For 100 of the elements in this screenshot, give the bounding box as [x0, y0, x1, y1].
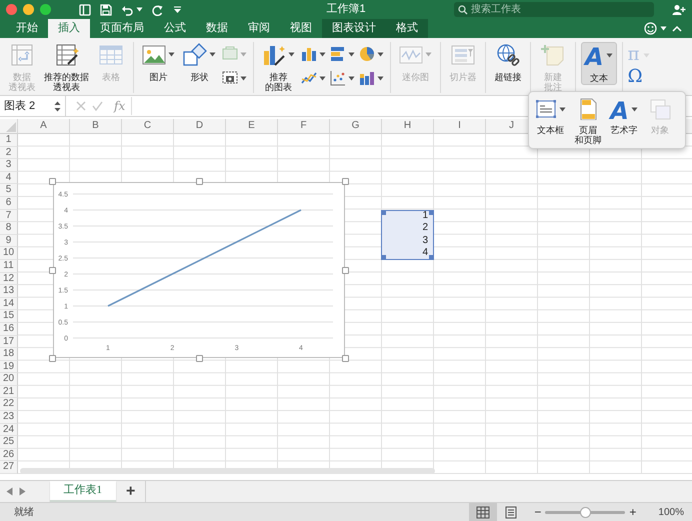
column-header[interactable]: E: [226, 119, 278, 134]
row-header[interactable]: 19: [0, 360, 18, 374]
row-header[interactable]: 4: [0, 172, 18, 184]
selection-handle[interactable]: [381, 254, 386, 260]
caret-icon: [136, 7, 143, 12]
row-header[interactable]: 22: [0, 398, 18, 412]
column-header[interactable]: F: [278, 119, 330, 134]
zoom-out-button[interactable]: −: [530, 506, 546, 518]
screenshot-icon: [222, 70, 238, 86]
selection-handle[interactable]: [381, 210, 386, 215]
ribbon-button[interactable]: 形状: [180, 42, 219, 83]
slider-thumb[interactable]: [580, 506, 592, 518]
selection-handle[interactable]: [429, 254, 434, 260]
row-header[interactable]: 10: [0, 247, 18, 260]
row-header[interactable]: 3: [0, 159, 18, 172]
row-header[interactable]: 11: [0, 260, 18, 273]
object-icon: [649, 98, 671, 120]
text-button[interactable]: A 文本: [581, 42, 617, 85]
caret-icon: [606, 53, 613, 58]
insert-menu-button[interactable]: [329, 69, 356, 87]
insert-menu-button[interactable]: [329, 45, 356, 63]
row-header[interactable]: 24: [0, 424, 18, 436]
ribbon-button[interactable]: 推荐的数据 透视表: [41, 42, 92, 93]
close-button[interactable]: [6, 4, 17, 15]
column-header[interactable]: I: [434, 119, 486, 134]
slicer-icon: [451, 43, 475, 67]
row-header[interactable]: 13: [0, 285, 18, 298]
row-header[interactable]: 17: [0, 336, 18, 348]
ribbon-tab[interactable]: 数据: [196, 19, 238, 38]
menu-item[interactable]: 页眉 和页脚: [572, 98, 604, 145]
resize-handle[interactable]: [342, 178, 349, 185]
ribbon-tab[interactable]: 页面布局: [90, 19, 154, 38]
status-text: 就绪: [14, 506, 34, 520]
ribbon-button[interactable]: 推荐 的图表: [259, 42, 298, 93]
insert-menu-button[interactable]: [358, 45, 385, 63]
caret-icon: [319, 76, 326, 80]
resize-handle[interactable]: [49, 355, 56, 362]
caret-icon: [425, 52, 432, 57]
row-header[interactable]: 15: [0, 310, 18, 323]
ribbon-tab[interactable]: 图表设计: [322, 19, 386, 38]
zoom-button[interactable]: [40, 4, 51, 15]
minimize-button[interactable]: [23, 4, 34, 15]
bar-chart-icon: [330, 46, 346, 62]
sidebar-icon: [79, 4, 91, 16]
resize-handle[interactable]: [49, 266, 56, 274]
ribbon-button[interactable]: 超链接: [491, 42, 525, 83]
column-header[interactable]: H: [382, 119, 434, 134]
ribbon-tab[interactable]: 格式: [386, 19, 428, 38]
row-header[interactable]: 7: [0, 210, 18, 222]
row-header[interactable]: 6: [0, 196, 18, 210]
ribbon-tab[interactable]: 审阅: [238, 19, 280, 38]
shapes-icon: [183, 43, 207, 67]
row-header[interactable]: 16: [0, 322, 18, 336]
resize-handle[interactable]: [342, 266, 349, 274]
column-header[interactable]: A: [18, 119, 70, 134]
row-header[interactable]: 26: [0, 448, 18, 462]
insert-function-button[interactable]: fx: [114, 97, 132, 115]
resize-handle[interactable]: [196, 355, 202, 362]
ribbon-button[interactable]: 图片: [139, 42, 178, 83]
caret-icon: [240, 76, 247, 80]
insert-menu-button[interactable]: [300, 45, 327, 63]
column-header[interactable]: C: [122, 119, 174, 134]
zoom-in-button[interactable]: +: [625, 506, 640, 518]
ribbon-tab[interactable]: 开始: [6, 19, 48, 38]
name-box[interactable]: 图表 2: [0, 96, 66, 116]
ribbon-tab[interactable]: 公式: [154, 19, 196, 38]
row-header[interactable]: 5: [0, 184, 18, 197]
insert-menu-button[interactable]: [358, 69, 385, 87]
row-header[interactable]: 18: [0, 348, 18, 361]
row-header[interactable]: 14: [0, 298, 18, 310]
row-header[interactable]: 25: [0, 436, 18, 449]
row-header[interactable]: 8: [0, 222, 18, 235]
stacked-chart-icon: [359, 70, 375, 86]
row-header[interactable]: 20: [0, 373, 18, 386]
row-header[interactable]: 21: [0, 386, 18, 398]
column-header[interactable]: G: [330, 119, 382, 134]
symbol-button[interactable]: Ω: [628, 67, 650, 87]
menu-item[interactable]: A 艺术字: [608, 98, 640, 135]
sheet-tab[interactable]: 工作表1: [50, 481, 116, 502]
resize-handle[interactable]: [196, 178, 202, 185]
ribbon-tab[interactable]: 插入: [48, 19, 90, 38]
view-button[interactable]: [468, 502, 497, 521]
resize-handle[interactable]: [342, 355, 349, 362]
row-header[interactable]: 12: [0, 272, 18, 286]
selection-handle[interactable]: [429, 210, 434, 215]
letter-a-glyph: A: [610, 98, 629, 124]
add-person-icon: [672, 4, 686, 16]
row-header[interactable]: 27: [0, 461, 18, 474]
row-header[interactable]: 23: [0, 411, 18, 424]
horizontal-scrollbar[interactable]: [20, 468, 435, 474]
resize-handle[interactable]: [49, 178, 56, 185]
ribbon-tab[interactable]: 视图: [280, 19, 322, 38]
column-header[interactable]: D: [174, 119, 226, 134]
letter-a-glyph: A: [585, 44, 604, 70]
row-header[interactable]: 1: [0, 134, 18, 147]
row-header[interactable]: 9: [0, 234, 18, 248]
row-header[interactable]: 2: [0, 146, 18, 160]
column-header[interactable]: B: [70, 119, 122, 134]
caret-icon: [377, 52, 384, 56]
caret-icon: [630, 107, 638, 112]
